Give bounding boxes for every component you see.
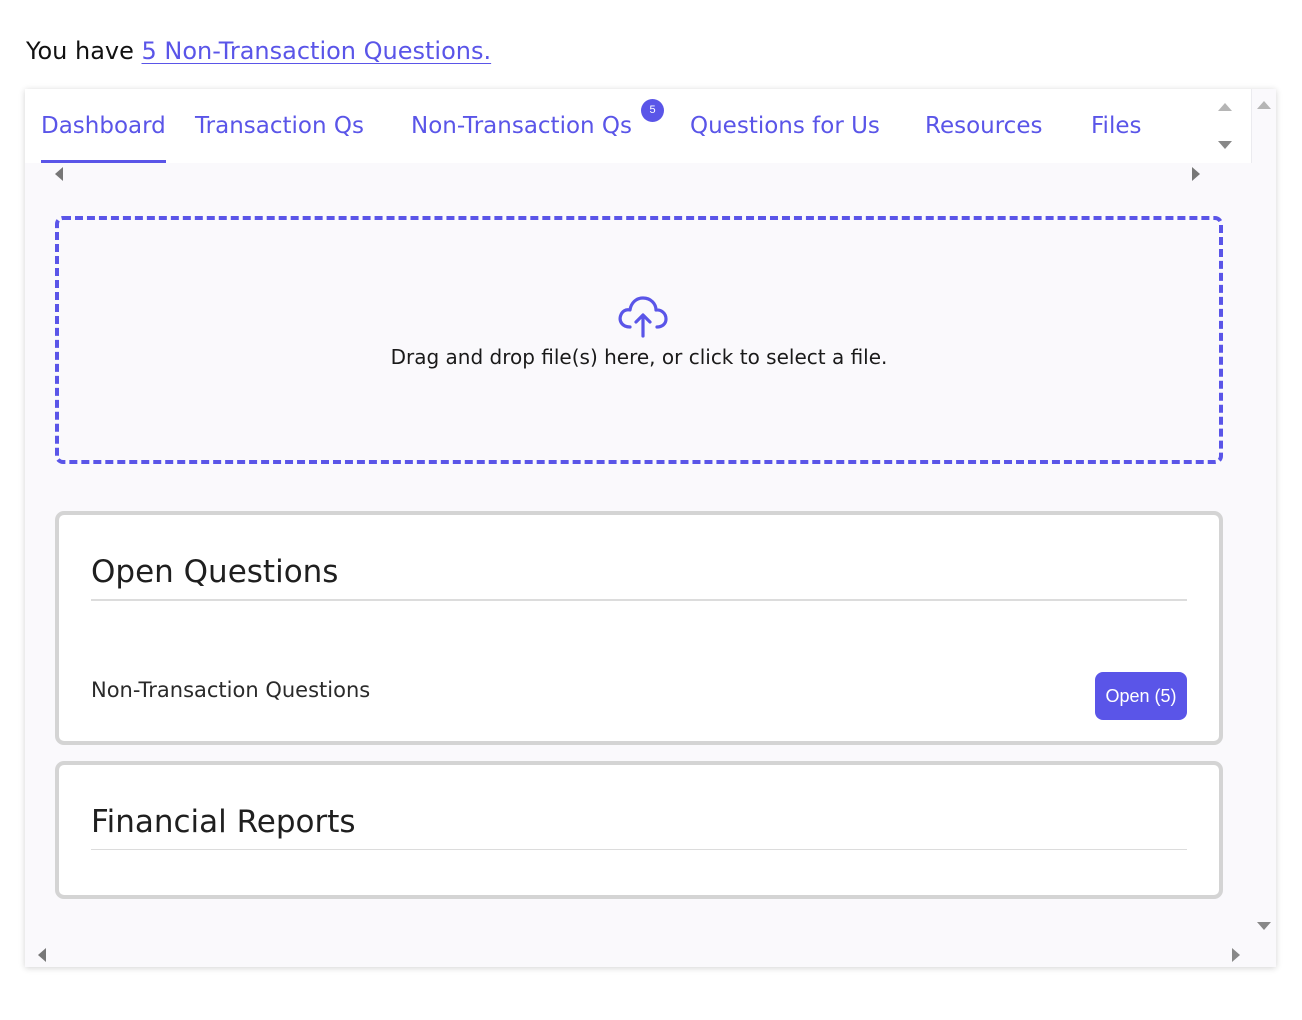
panel-scroll-up-icon[interactable] <box>1257 101 1271 109</box>
financial-reports-title: Financial Reports <box>91 804 356 840</box>
main-panel: Dashboard Transaction Qs Non-Transaction… <box>25 89 1276 967</box>
tab-files[interactable]: Files <box>1091 109 1141 163</box>
divider <box>91 849 1187 850</box>
financial-reports-card: Financial Reports <box>55 761 1223 899</box>
tab-non-transaction-qs[interactable]: Non-Transaction Qs <box>411 109 632 163</box>
tab-resources[interactable]: Resources <box>925 109 1042 163</box>
tab-scroll-left-icon[interactable] <box>55 167 63 181</box>
notice-text: You have 5 Non-Transaction Questions. <box>26 34 491 68</box>
file-dropzone[interactable]: Drag and drop file(s) here, or click to … <box>55 216 1223 464</box>
open-questions-card: Open Questions Non-Transaction Questions… <box>55 511 1223 745</box>
tab-horizontal-scrollbar[interactable] <box>25 163 1252 185</box>
divider <box>91 599 1187 601</box>
tab-scroll-right-icon[interactable] <box>1192 167 1200 181</box>
non-transaction-questions-link[interactable]: 5 Non-Transaction Questions. <box>142 37 492 65</box>
panel-scroll-right-icon[interactable] <box>1232 948 1240 962</box>
open-questions-button[interactable]: Open (5) <box>1095 672 1187 720</box>
non-transaction-count-badge: 5 <box>641 99 664 122</box>
non-transaction-questions-label: Non-Transaction Questions <box>91 678 371 702</box>
tab-transaction-qs[interactable]: Transaction Qs <box>195 109 364 163</box>
cloud-upload-icon <box>618 296 668 338</box>
notice-prefix: You have <box>26 37 142 65</box>
tab-dashboard[interactable]: Dashboard <box>41 109 166 163</box>
tab-questions-for-us[interactable]: Questions for Us <box>690 109 880 163</box>
panel-scroll-left-icon[interactable] <box>38 948 46 962</box>
tab-scroll-down-icon[interactable] <box>1218 141 1232 149</box>
tab-scroll-up-icon[interactable] <box>1218 103 1232 111</box>
open-questions-title: Open Questions <box>91 554 339 590</box>
panel-scroll-down-icon[interactable] <box>1257 922 1271 930</box>
dropzone-instructions: Drag and drop file(s) here, or click to … <box>390 345 888 369</box>
tab-bar: Dashboard Transaction Qs Non-Transaction… <box>25 89 1252 185</box>
